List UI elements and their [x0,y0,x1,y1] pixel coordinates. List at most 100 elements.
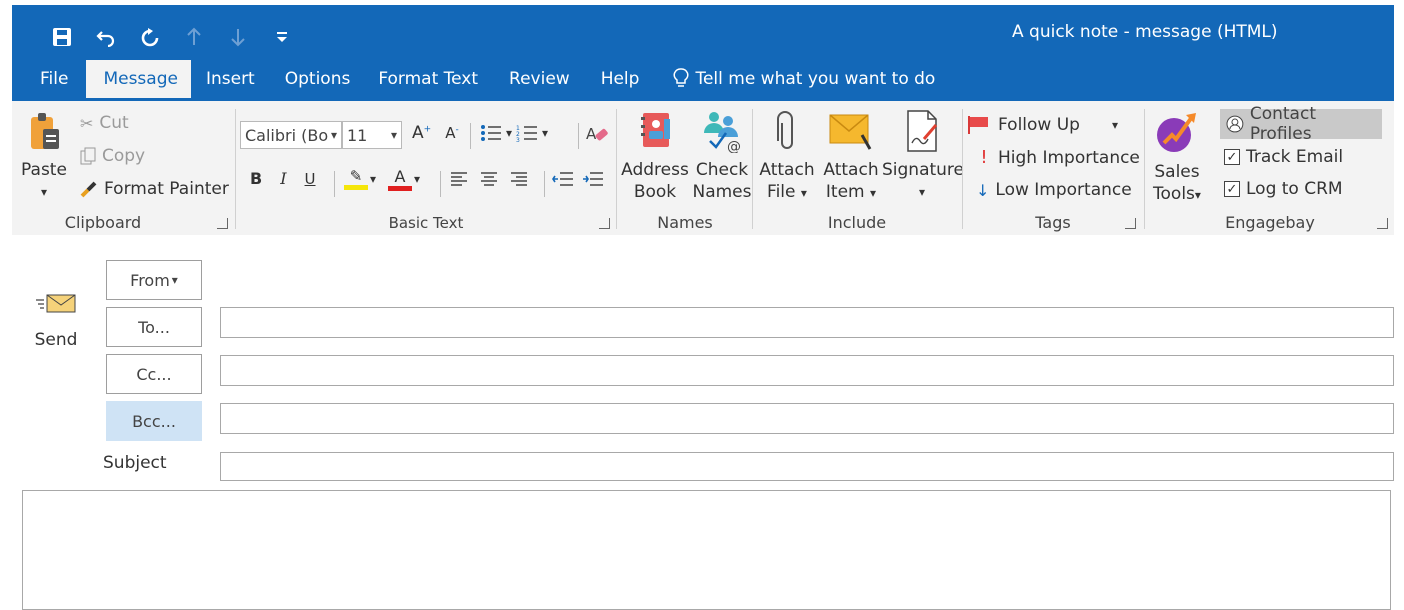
shrink-font-icon[interactable]: A- [445,124,459,142]
cc-button[interactable]: Cc... [106,354,202,394]
align-center-icon[interactable] [480,171,498,187]
clipboard-group-label: Clipboard [64,213,142,232]
bcc-button[interactable]: Bcc... [106,401,202,441]
include-group: Attach File ▾ Attach Item ▾ Signature ▾ … [754,101,965,235]
cc-field[interactable] [220,355,1394,386]
clipboard-launcher-icon[interactable] [217,218,228,229]
track-email-checkbox[interactable]: ✓ Track Email [1224,147,1343,167]
tags-group: Follow Up ▾ ! High Importance ↓ Low Impo… [964,101,1142,235]
to-field[interactable] [220,307,1394,338]
undo-icon[interactable] [84,21,128,53]
envelope-attach-icon [829,114,872,150]
tags-launcher-icon[interactable] [1125,218,1136,229]
clear-formatting-icon[interactable]: A [586,123,610,145]
signature-button[interactable]: Signature ▾ [882,109,965,203]
paste-button[interactable]: Paste ▾ [20,111,68,203]
svg-text:3: 3 [516,137,520,143]
chevron-down-icon[interactable]: ▾ [542,126,548,140]
grow-font-icon[interactable]: A+ [412,123,431,143]
numbering-icon[interactable]: 123 [516,123,538,143]
track-email-label: Track Email [1246,147,1344,167]
bold-button[interactable]: B [250,169,262,188]
tab-insert[interactable]: Insert [191,60,271,98]
chevron-down-icon[interactable]: ▾ [506,126,512,140]
attach-item-label-2: Item ▾ [825,182,877,202]
from-button[interactable]: From ▾ [106,260,202,300]
follow-up-button[interactable]: Follow Up ▾ [966,115,1118,135]
basic-text-launcher-icon[interactable] [599,218,610,229]
sales-tools-label-2: Tools▾ [1153,184,1201,204]
arrow-down-icon [216,21,260,53]
paperclip-icon [777,111,793,149]
redo-icon[interactable] [128,21,172,53]
arrow-up-icon [172,21,216,53]
paste-dropdown-icon[interactable]: ▾ [20,181,68,203]
format-painter-label: Format Painter [104,179,229,199]
attach-item-button[interactable]: Attach Item ▾ [820,109,882,204]
list-buttons: ▾ 123 ▾ [480,123,548,143]
customize-toolbar-icon[interactable] [260,21,304,53]
sales-tools-icon [1157,113,1196,152]
divider [334,171,335,197]
check-names-label-1: Check [695,160,749,180]
indent-buttons [552,171,604,187]
divider [962,109,963,229]
check-names-icon: @ [704,112,741,155]
message-body[interactable] [22,490,1391,610]
engagebay-group-label: Engagebay [1225,213,1315,232]
tab-format-text[interactable]: Format Text [364,60,492,98]
font-name-dropdown[interactable]: Calibri (Bo ▾ [240,121,342,149]
chevron-down-icon: ▾ [171,273,178,287]
subject-field[interactable] [220,452,1394,481]
chevron-down-icon: ▾ [1111,118,1118,132]
low-importance-button[interactable]: ↓ Low Importance [976,180,1132,200]
tell-me-box[interactable]: Tell me what you want to do [653,60,935,98]
divider [578,123,579,149]
signature-label: Signature [882,160,965,180]
attach-file-label-1: Attach [759,160,815,180]
tab-help[interactable]: Help [587,60,654,98]
increase-indent-icon[interactable] [582,171,604,187]
paste-label: Paste [21,160,67,180]
chevron-down-icon: ▾ [414,172,421,186]
address-book-button[interactable]: Address Book [620,109,690,203]
align-right-icon[interactable] [510,171,528,187]
high-importance-button[interactable]: ! High Importance [976,147,1140,168]
decrease-indent-icon[interactable] [552,171,574,187]
engagebay-launcher-icon[interactable] [1377,218,1388,229]
address-book-label-2: Book [633,182,677,202]
tab-review[interactable]: Review [492,60,587,98]
flag-icon [968,116,988,134]
check-names-button[interactable]: @ Check Names [690,109,754,203]
format-buttons: B I U [250,169,316,188]
align-left-icon[interactable] [450,171,468,187]
tab-options[interactable]: Options [271,60,365,98]
signature-icon [907,110,938,152]
checkbox-checked-icon: ✓ [1224,181,1240,197]
attach-file-button[interactable]: Attach File ▾ [756,109,818,204]
italic-button[interactable]: I [280,169,286,188]
paintbrush-icon [80,181,97,198]
divider [440,171,441,197]
bcc-field[interactable] [220,403,1394,434]
underline-button[interactable]: U [305,170,316,188]
font-size-dropdown[interactable]: 11 ▾ [342,121,402,149]
bullets-icon[interactable] [480,123,502,143]
contact-profiles-button[interactable]: Contact Profiles [1220,104,1382,144]
to-button[interactable]: To... [106,307,202,347]
window-title: A quick note - message (HTML) [1012,22,1278,42]
format-painter-button[interactable]: Format Painter [80,179,229,199]
log-to-crm-checkbox[interactable]: ✓ Log to CRM [1224,179,1343,199]
font-color-button[interactable]: A ▾ [388,167,420,191]
sales-tools-button[interactable]: Sales Tools▾ [1148,109,1206,206]
check-names-label-2: Names [692,182,752,202]
save-icon[interactable] [40,21,84,53]
copy-button[interactable]: Copy [80,146,145,166]
cut-button[interactable]: ✂ Cut [80,113,129,133]
quick-access-toolbar [40,21,304,53]
highlight-button[interactable]: ✎ ▾ [344,167,376,190]
tab-message[interactable]: Message [86,60,191,98]
attach-file-label-2: File ▾ [767,182,807,202]
send-button[interactable]: Send [28,292,84,350]
tab-file[interactable]: File [12,60,86,98]
